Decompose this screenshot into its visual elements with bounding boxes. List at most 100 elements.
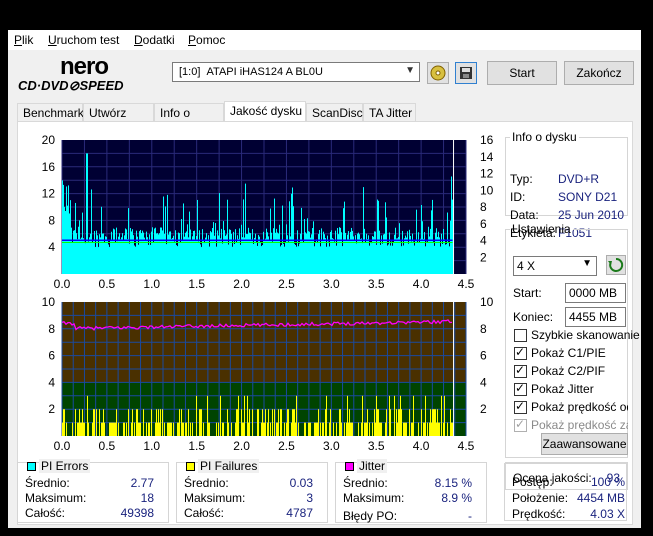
pie-bar <box>299 243 300 274</box>
exit-button[interactable]: Zakończ <box>564 61 634 85</box>
pie-bar <box>91 189 92 274</box>
jitter-max-label: Maksimum: <box>343 491 405 505</box>
pie-bar <box>321 228 322 274</box>
pif-bar <box>309 422 310 436</box>
pif-bar <box>236 409 237 436</box>
pie-bar <box>334 241 335 274</box>
pie-bar <box>336 245 337 274</box>
pie-x-tick: 3.0 <box>323 277 340 291</box>
show-pie-checkbox[interactable] <box>514 345 527 360</box>
pie-bar <box>237 235 238 274</box>
pif-bar <box>159 422 160 436</box>
pie-bar <box>433 241 434 274</box>
pif-bar <box>146 422 147 436</box>
speed-select[interactable]: 4 X ▼ <box>513 256 597 276</box>
pif-bar <box>247 395 248 436</box>
pif-bar <box>136 409 137 436</box>
pie-bar <box>399 223 400 274</box>
pif-total-value: 4787 <box>286 506 313 520</box>
pif-y-right-tick: 10 <box>480 295 494 309</box>
pie-bar <box>425 246 426 274</box>
pie-bar <box>438 231 439 274</box>
pie-bar <box>230 229 231 274</box>
pie-bar <box>339 227 340 274</box>
pie-bar <box>98 247 99 274</box>
pie-max-value: 18 <box>140 491 154 505</box>
pif-bar <box>227 409 228 436</box>
pie-bar <box>333 238 334 274</box>
tab-ta-jitter[interactable]: TA Jitter <box>363 103 416 121</box>
tab-disc-quality[interactable]: Jakość dysku <box>224 101 306 122</box>
save-button[interactable] <box>455 62 477 84</box>
pie-bar <box>315 242 316 274</box>
menu-extras[interactable]: Dodatki <box>134 33 175 47</box>
eject-button[interactable] <box>427 62 449 84</box>
menu-file[interactable]: Plik <box>14 33 33 47</box>
pie-bar <box>407 231 408 274</box>
menu-run-test[interactable]: Uruchom test <box>48 33 119 47</box>
pie-bar <box>372 236 373 274</box>
quick-scan-checkbox[interactable] <box>514 329 527 342</box>
pif-bar <box>228 422 229 436</box>
pie-bar <box>377 199 378 274</box>
pif-bar <box>162 409 163 436</box>
drive-select[interactable]: [1:0] ATAPI iHAS124 A BL0U ▼ <box>172 62 420 82</box>
pie-bar <box>240 244 241 274</box>
pie-bar <box>371 243 372 274</box>
pif-bar <box>409 409 410 436</box>
pie-bar <box>397 238 398 274</box>
pie-bar <box>212 228 213 274</box>
disc-date-value: 25 Jun 2010 <box>558 208 625 222</box>
tab-create-disc[interactable]: Utwórz dysk <box>83 103 154 134</box>
advanced-button[interactable]: Zaawansowane <box>541 433 628 455</box>
refresh-button[interactable] <box>606 255 626 275</box>
pif-bar <box>160 409 161 436</box>
pif-bar <box>418 422 419 436</box>
pie-bar <box>122 233 123 274</box>
pif-bar <box>317 422 318 436</box>
pif-bar <box>75 409 76 436</box>
pif-bar <box>437 409 438 436</box>
pie-bar <box>265 238 266 274</box>
pif-bar <box>78 422 79 436</box>
pie-bar <box>272 241 273 274</box>
pie-bar <box>96 230 97 274</box>
pif-bar <box>296 395 297 436</box>
start-button[interactable]: Start <box>487 61 557 85</box>
tab-disc-info[interactable]: Info o dysku <box>154 103 224 134</box>
pie-bar <box>330 231 331 274</box>
pif-bar <box>149 422 150 436</box>
pif-bar <box>178 422 179 436</box>
pie-bar <box>129 243 130 274</box>
pif-bar <box>115 422 116 436</box>
pif-total-label: Całość: <box>184 506 225 520</box>
pif-bar <box>423 422 424 436</box>
show-pif-checkbox[interactable] <box>514 363 527 378</box>
show-read-speed-checkbox[interactable] <box>514 399 527 414</box>
pif-bar <box>200 409 201 436</box>
pie-y-left-tick: 20 <box>42 133 56 147</box>
pif-bar <box>372 422 373 436</box>
disc-date-label: Data: <box>510 208 539 222</box>
pie-bar <box>85 243 86 274</box>
pie-y-right-tick: 6 <box>480 217 487 231</box>
pie-bar <box>317 243 318 274</box>
pie-bar <box>304 218 305 274</box>
pie-bar <box>415 240 416 274</box>
pie-bar <box>119 233 120 274</box>
menu-help[interactable]: Pomoc <box>188 33 225 47</box>
pif-bar <box>320 422 321 436</box>
show-jitter-checkbox[interactable] <box>514 381 527 396</box>
tab-scandisc[interactable]: ScanDisc <box>306 103 363 121</box>
tab-benchmark[interactable]: Benchmark <box>17 103 84 121</box>
end-mb-input[interactable]: 4455 MB <box>565 307 626 327</box>
pie-bar <box>392 245 393 274</box>
pif-bar <box>272 409 273 436</box>
pie-bar <box>292 187 293 274</box>
pie-bar <box>297 230 298 274</box>
start-mb-input[interactable]: 0000 MB <box>565 283 626 303</box>
pif-bar <box>265 409 266 436</box>
quick-scan-label: Szybkie skanowanie <box>531 328 640 342</box>
pie-bar <box>349 239 350 274</box>
pif-bar <box>421 409 422 436</box>
